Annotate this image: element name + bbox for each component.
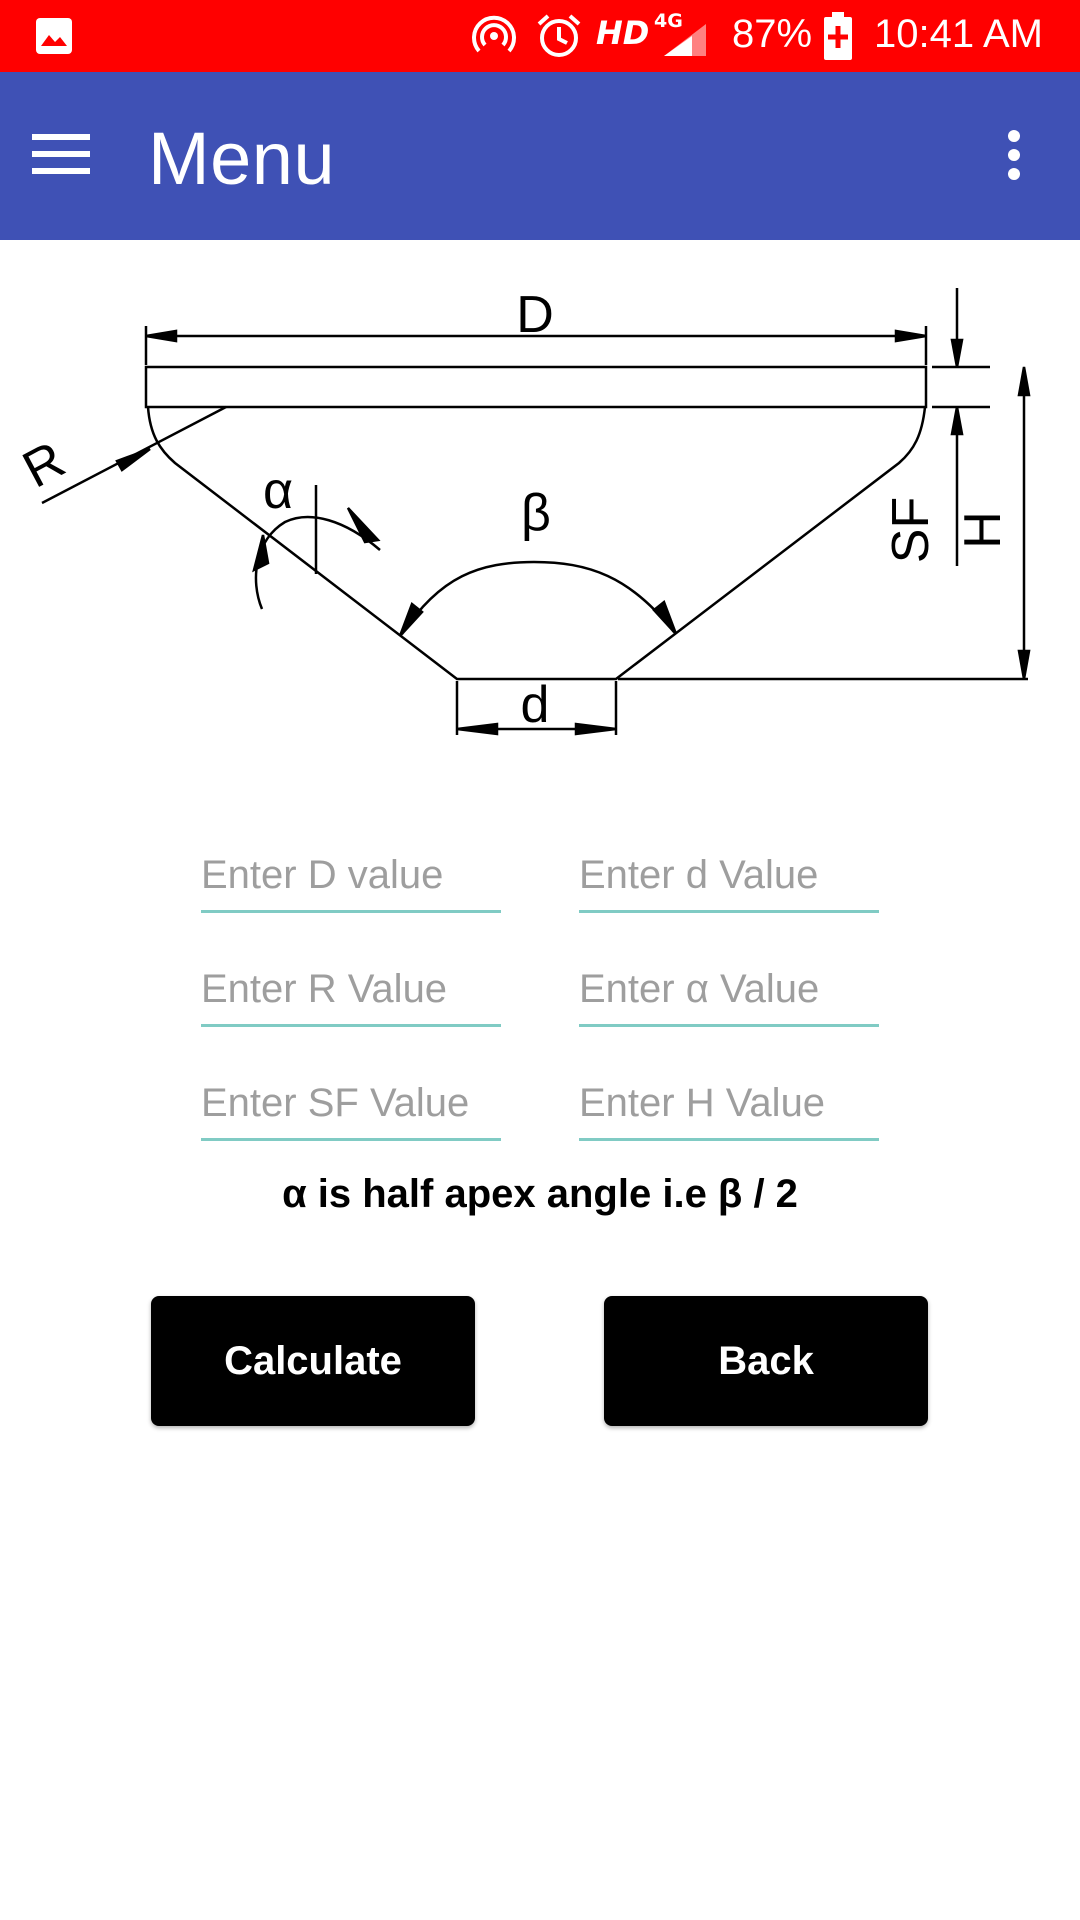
r-field: [201, 954, 501, 1027]
label-d: d: [521, 676, 550, 734]
r-input[interactable]: [201, 954, 501, 1024]
alarm-icon: [537, 14, 581, 57]
cone-diagram: D d β α R SF H: [14, 286, 1031, 736]
d-inner-field: [579, 840, 879, 913]
d-outer-field: [201, 840, 501, 913]
h-field: [579, 1068, 879, 1141]
label-D: D: [516, 286, 554, 344]
alpha-field: [579, 954, 879, 1027]
label-beta: β: [521, 484, 551, 542]
battery-percent: 87%: [732, 12, 813, 56]
d-outer-input[interactable]: [201, 840, 501, 910]
d-inner-input[interactable]: [579, 840, 879, 910]
status-bar: HD 4G 87% 10:41 AM: [0, 0, 1080, 72]
overflow-menu-button[interactable]: [990, 112, 1040, 196]
calculate-button[interactable]: Calculate: [151, 1296, 475, 1426]
clock: 10:41 AM: [874, 12, 1044, 56]
sf-field: [201, 1068, 501, 1141]
sf-input[interactable]: [201, 1068, 501, 1138]
hamburger-menu-icon: [32, 134, 90, 174]
network-label: HD: [596, 14, 650, 52]
alpha-note: α is half apex angle i.e β / 2: [282, 1172, 798, 1216]
page-title: Menu: [148, 117, 336, 200]
signal-icon: [664, 24, 706, 56]
label-SF: SF: [882, 497, 940, 563]
label-alpha: α: [263, 462, 293, 520]
label-R: R: [14, 431, 74, 500]
hotspot-icon: [472, 15, 516, 53]
alpha-input[interactable]: [579, 954, 879, 1024]
gallery-icon: [36, 18, 72, 54]
hamburger-menu-button[interactable]: [20, 112, 104, 196]
more-vert-icon: [1008, 130, 1020, 180]
battery-charging-icon: [824, 12, 852, 60]
app-bar: Menu: [0, 72, 1080, 240]
label-H: H: [954, 511, 1012, 549]
h-input[interactable]: [579, 1068, 879, 1138]
back-button[interactable]: Back: [604, 1296, 928, 1426]
